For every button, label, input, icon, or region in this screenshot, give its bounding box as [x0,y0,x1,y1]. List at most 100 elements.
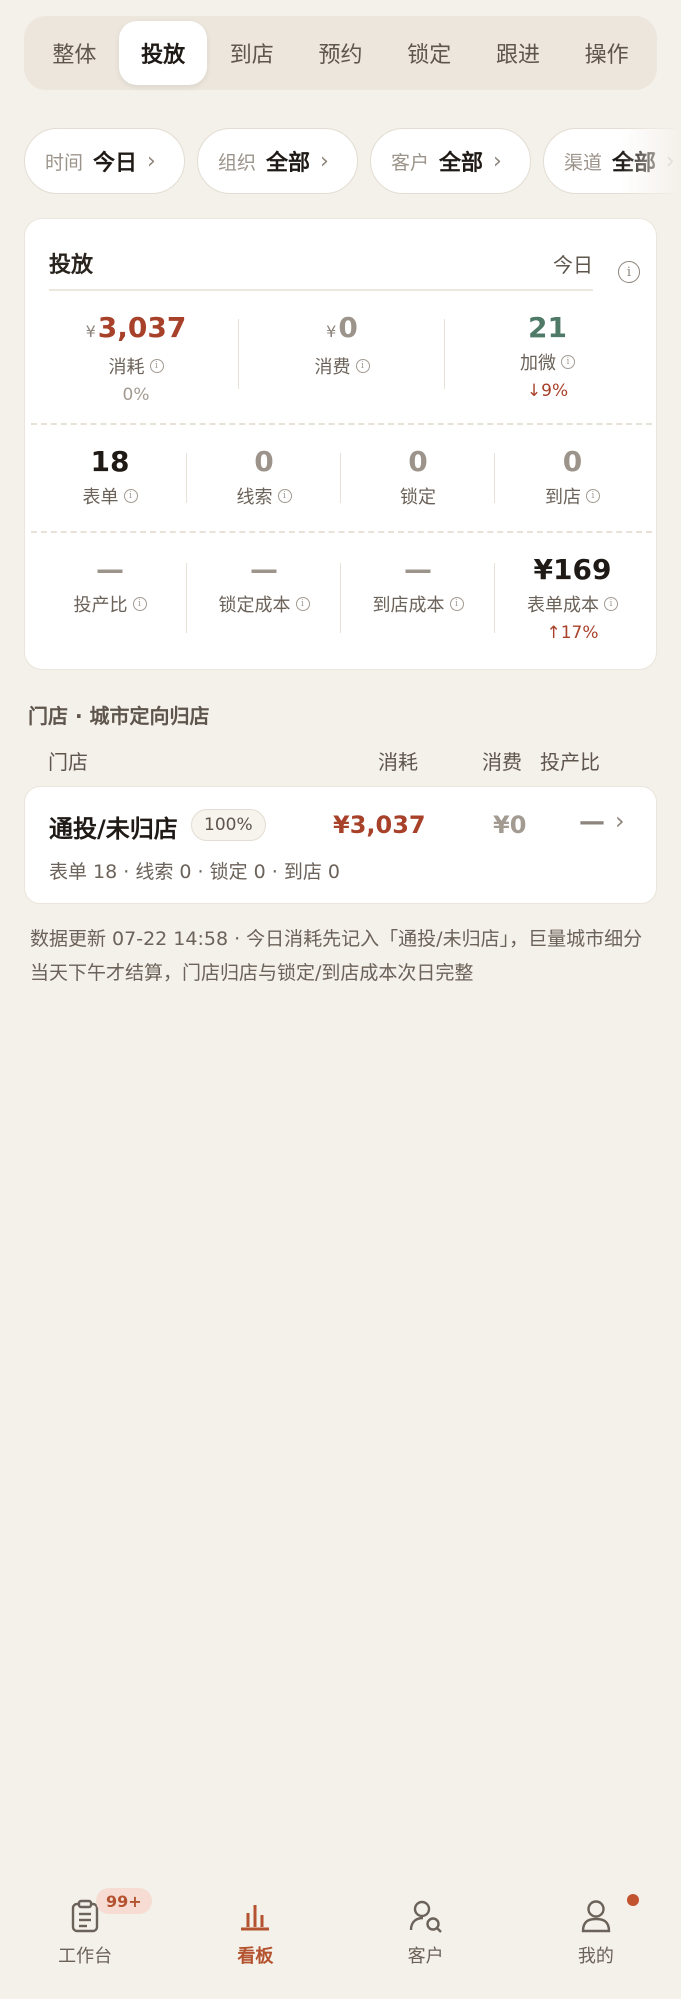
metric-label: 投产比 i [74,591,147,617]
header-cost: 消耗 [378,750,418,774]
nav-dashboard[interactable]: 看板 [170,1870,340,1999]
tab-operation[interactable]: 操作 [562,21,651,85]
nav-label: 看板 [237,1946,274,1967]
metric-value: 0 [562,445,583,478]
metrics-row-funnel: 18 表单 i 0 线索 i 0 锁定 0 到店 i [25,445,658,535]
metric-value: — [96,553,124,586]
info-icon[interactable]: i [561,355,575,369]
metric-value: ¥0 [326,311,358,344]
metric-value: — [250,553,278,586]
filter-key: 客户 [391,151,430,174]
metric-label: 表单成本 i [527,591,618,617]
tab-follow-up[interactable]: 跟进 [474,21,563,85]
chevron-right-icon: › [320,148,329,174]
dashed-divider [31,423,652,425]
nav-workbench[interactable]: 工作台 99+ [0,1870,170,1999]
metric-label: 加微 i [520,349,575,375]
chevron-right-icon: › [493,148,502,174]
info-icon[interactable]: i [604,597,618,611]
store-cost: ¥3,037 [333,811,426,839]
card-title: 投放 [49,253,94,278]
info-icon[interactable]: i [355,359,370,373]
nav-label: 我的 [577,1946,614,1967]
info-icon[interactable]: i [586,489,600,503]
header-store: 门店 [48,750,88,774]
info-icon[interactable]: i [449,597,464,611]
metric-value: — [404,553,432,586]
store-name: 通投/未归店 [49,815,178,843]
section-title: 门店 · 城市定向归店 [28,704,210,728]
info-icon[interactable]: i [295,597,310,611]
metric-change: ↓9% [526,381,569,401]
filter-customer[interactable]: 客户 全部 › [370,128,531,194]
tab-store-visit[interactable]: 到店 [207,21,296,85]
nav-label: 工作台 [58,1946,113,1967]
nav-customers[interactable]: 客户 [341,1870,511,1999]
filter-time[interactable]: 时间 今日 › [24,128,185,194]
chevron-right-icon: › [147,148,156,174]
filter-bar: 时间 今日 › 组织 全部 › 客户 全部 › 渠道 全部 › [24,128,681,196]
header-roi: 投产比 [540,750,600,774]
metric-label: 消耗 i [109,353,164,379]
filter-scroll-fade [621,128,681,196]
info-icon[interactable]: i [123,489,138,503]
metric-roi[interactable]: — 投产比 i [33,553,187,663]
store-roi: — [579,807,605,837]
dashboard-tabs: 整体 投放 到店 预约 锁定 跟进 操作 [24,16,657,90]
metric-label: 到店成本 i [373,591,464,617]
delivery-metrics-card: 投放 今日 i ¥3,037 消耗 i 0% ¥0 消费 i 21 加微 i ↓9% … [24,218,657,670]
dashed-divider [31,531,652,533]
info-icon[interactable]: i [618,261,640,283]
metric-form[interactable]: 18 表单 i [33,445,187,535]
metric-wechat-add[interactable]: 21 加微 i ↓9% [445,311,650,441]
metric-value: 0 [408,445,428,478]
tab-appointment[interactable]: 预约 [296,21,385,85]
metrics-row-cost: — 投产比 i — 锁定成本 i — 到店成本 i ¥169 表单成本 i ↑17% [25,553,658,663]
notification-badge: 99+ [96,1888,152,1914]
metric-visit-cost[interactable]: — 到店成本 i [341,553,495,663]
metric-value: 21 [528,311,567,344]
metric-value: 0 [254,445,274,478]
store-funnel-summary: 表单 18 · 线索 0 · 锁定 0 · 到店 0 [49,861,340,883]
metric-label: 表单 i [83,483,138,509]
info-icon[interactable]: i [277,489,292,503]
data-update-note: 数据更新 07-22 14:58 · 今日消耗先记入「通投/未归店」，巨量城市细… [30,928,643,984]
nav-label: 客户 [407,1946,444,1967]
card-header: 投放 今日 [49,241,593,291]
bar-chart-icon [237,1898,273,1934]
metric-change: 0% [122,385,150,405]
metric-value: ¥3,037 [85,311,187,344]
metric-label: 锁定 [400,487,436,508]
tab-delivery[interactable]: 投放 [118,21,208,85]
filter-key: 时间 [45,151,84,174]
info-icon[interactable]: i [149,359,164,373]
tab-overall[interactable]: 整体 [30,21,119,85]
metric-leads[interactable]: 0 线索 i [187,445,341,535]
filter-key: 组织 [218,151,257,174]
metric-value: 18 [90,445,130,478]
store-list-header: 门店 消耗 消费 投产比 [0,746,681,776]
bottom-navigation: 工作台 99+ 看板 客户 我的 [0,1870,681,1999]
metric-store-visit[interactable]: 0 到店 i [495,445,650,535]
metrics-row-primary: ¥3,037 消耗 i 0% ¥0 消费 i 21 加微 i ↓9% [25,311,658,441]
unread-dot [626,1894,639,1906]
metric-label: 锁定成本 i [219,591,310,617]
metric-form-cost[interactable]: ¥169 表单成本 i ↑17% [495,553,650,663]
store-row[interactable]: 通投/未归店 100% ¥3,037 ¥0 — › 表单 18 · 线索 0 ·… [24,786,657,904]
header-spend: 消费 [482,750,522,774]
nav-profile[interactable]: 我的 [511,1870,681,1999]
share-badge: 100% [191,809,266,841]
filter-value: 今日 [93,151,138,176]
filter-value: 全部 [439,151,484,176]
filter-key: 渠道 [564,151,603,174]
card-period: 今日 [553,253,593,277]
metric-cost[interactable]: ¥3,037 消耗 i 0% [33,311,239,441]
metric-locked[interactable]: 0 锁定 [341,445,495,535]
metric-spend[interactable]: ¥0 消费 i [239,311,445,441]
user-icon [578,1898,614,1934]
metric-lock-cost[interactable]: — 锁定成本 i [187,553,341,663]
filter-organization[interactable]: 组织 全部 › [197,128,358,194]
tab-lock[interactable]: 锁定 [385,21,474,85]
metric-value: ¥169 [533,553,612,586]
info-icon[interactable]: i [132,597,147,611]
